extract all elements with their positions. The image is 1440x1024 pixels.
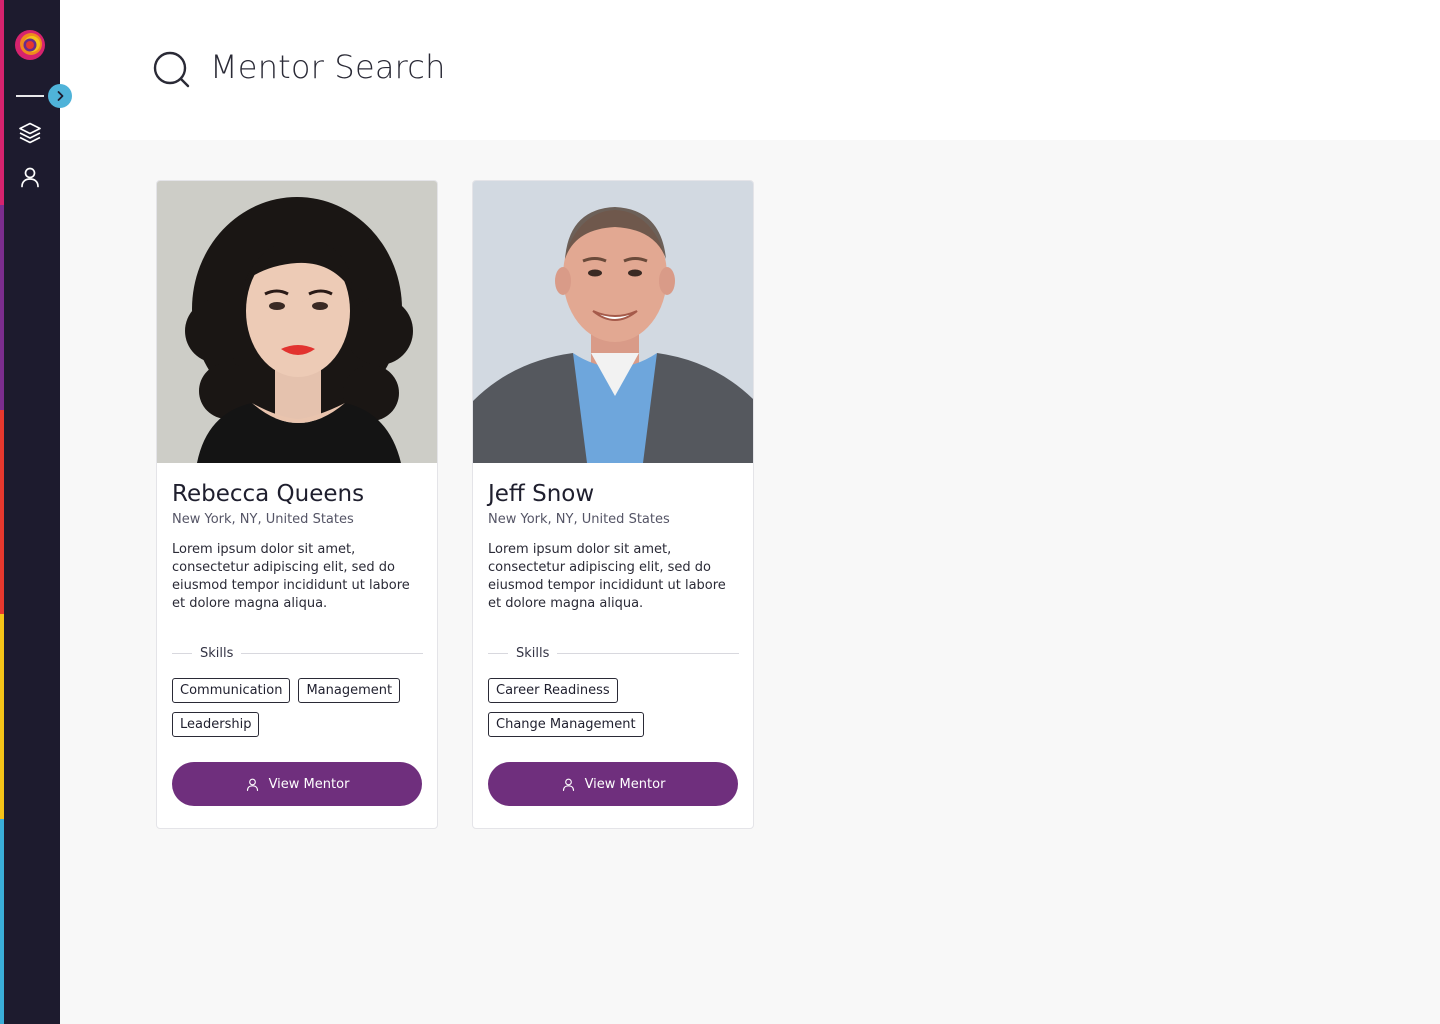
skills-divider: Skills <box>488 644 739 662</box>
strip-segment <box>0 819 4 1024</box>
app-logo[interactable] <box>14 29 46 61</box>
skills-label: Skills <box>200 645 234 661</box>
user-icon <box>21 167 39 188</box>
mentor-photo <box>473 181 753 463</box>
skill-tag-career-readiness[interactable]: Career Readiness <box>488 678 618 703</box>
chevron-right-icon <box>57 91 64 101</box>
divider-line <box>557 652 739 654</box>
layers-icon <box>19 122 41 144</box>
search-icon[interactable] <box>152 50 192 90</box>
view-mentor-label: View Mentor <box>268 776 350 792</box>
page-header: Mentor Search <box>60 0 1440 140</box>
view-mentor-label: View Mentor <box>584 776 666 792</box>
mentor-location: New York, NY, United States <box>488 512 670 527</box>
mentor-photo <box>157 181 437 463</box>
sidebar-divider <box>16 95 44 97</box>
sidebar <box>0 0 72 1024</box>
skill-tag-management[interactable]: Management <box>298 678 401 703</box>
mentor-location: New York, NY, United States <box>172 512 354 527</box>
sidebar-item-layers[interactable] <box>18 121 42 145</box>
mentor-card: Rebecca Queens New York, NY, United Stat… <box>156 180 438 829</box>
mentor-bio: Lorem ipsum dolor sit amet, consectetur … <box>488 542 726 611</box>
divider-line <box>241 652 423 654</box>
strip-segment <box>0 204 4 410</box>
sidebar-item-profile[interactable] <box>18 165 42 189</box>
strip-segment <box>0 409 4 615</box>
skill-tags: Communication Management Leadership <box>172 678 432 737</box>
skill-tags: Career Readiness Change Management <box>488 678 748 737</box>
sidebar-color-strip <box>0 0 4 1024</box>
strip-segment <box>0 0 4 205</box>
skills-divider: Skills <box>172 644 423 662</box>
view-mentor-button[interactable]: View Mentor <box>488 762 738 806</box>
skill-tag-change-management[interactable]: Change Management <box>488 712 644 737</box>
strip-segment <box>0 614 4 820</box>
mentor-name: Rebecca Queens <box>172 481 365 507</box>
user-icon <box>562 778 574 791</box>
skill-tag-communication[interactable]: Communication <box>172 678 291 703</box>
skills-label: Skills <box>516 645 550 661</box>
mentor-name: Jeff Snow <box>488 481 595 507</box>
sidebar-expand-button[interactable] <box>48 84 72 108</box>
page-title: Mentor Search <box>210 48 446 86</box>
user-icon <box>246 778 258 791</box>
divider-line <box>172 652 192 654</box>
skill-tag-leadership[interactable]: Leadership <box>172 712 260 737</box>
divider-line <box>488 652 508 654</box>
mentor-card: Jeff Snow New York, NY, United States Lo… <box>472 180 754 829</box>
view-mentor-button[interactable]: View Mentor <box>172 762 422 806</box>
mentor-bio: Lorem ipsum dolor sit amet, consectetur … <box>172 542 410 611</box>
